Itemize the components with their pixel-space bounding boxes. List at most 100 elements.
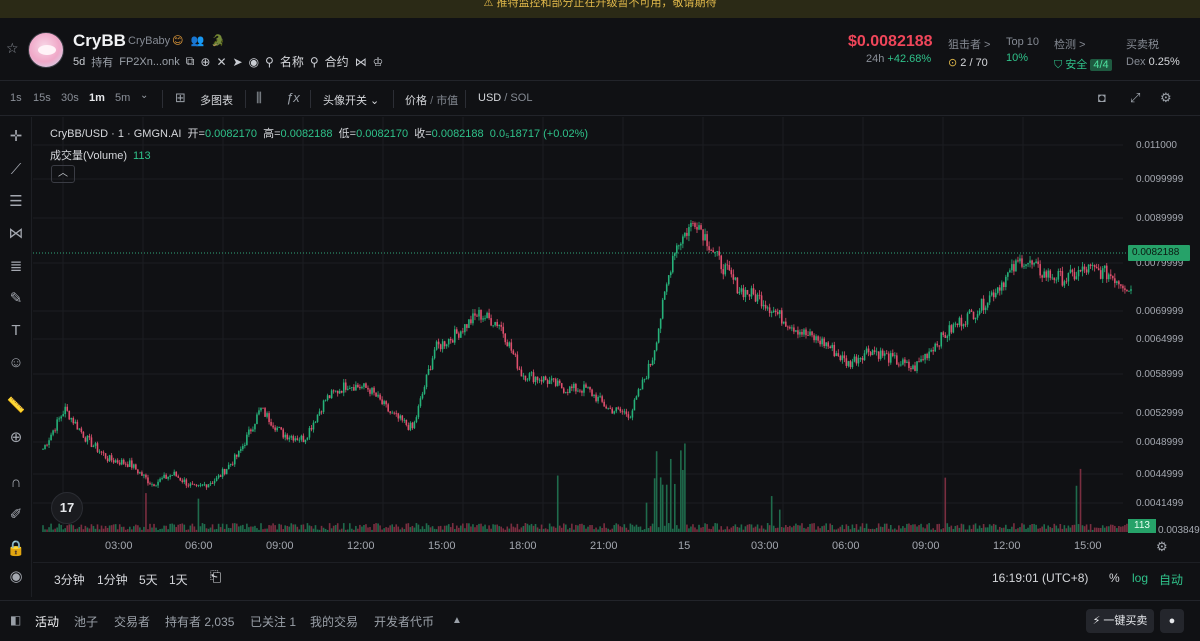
emoji-icon[interactable]: ☺ [6,353,26,373]
price-chart[interactable] [33,117,1200,595]
auto-toggle[interactable]: 自动 [1159,571,1183,588]
interval-15s[interactable]: 15s [33,92,51,104]
candle-body [439,344,442,350]
candle-body [369,389,371,394]
volume-bar [960,523,963,532]
volume-bar [237,526,240,532]
tab-dev-tokens[interactable]: 开发者代币 [374,613,434,630]
share-icon[interactable]: ⋈ [355,55,367,69]
indicators-icon[interactable]: ƒx [286,90,300,105]
candle-type-icon[interactable]: ⫼ [256,90,262,106]
candle-body [520,369,523,377]
caret-up-icon[interactable]: ▲ [452,615,462,626]
range-3min[interactable]: 3分钟 [54,571,85,588]
collapse-legend-button[interactable]: ︿ [51,165,75,183]
volume-bar [671,528,674,532]
volume-bar [1101,525,1104,532]
globe-icon[interactable]: ⊕ [200,55,210,69]
crosshair-icon[interactable]: ✛ [6,127,26,147]
candle-body [750,288,753,297]
interval-1m[interactable]: 1m [89,92,105,104]
stat-snipers[interactable]: 狙击者 > ⊙ 2 / 70 [948,36,990,69]
contract-search-link[interactable]: 合约 [325,53,349,70]
candle-body [791,327,793,329]
multi-chart-button[interactable]: 多图表 [200,92,233,108]
range-5d[interactable]: 5天 [139,571,158,588]
text-icon[interactable]: T [6,321,26,341]
camera-icon[interactable]: ◘ [1098,90,1106,105]
candle-body [472,313,474,324]
percent-toggle[interactable]: % [1109,571,1120,585]
tab-followed[interactable]: 已关注 1 [250,613,296,630]
log-toggle[interactable]: log [1132,571,1148,585]
volume-bar [581,523,583,532]
price-mcap-toggle[interactable]: 价格 / 市值 [405,92,458,108]
volume-bar [663,525,666,532]
candle-body [581,390,583,393]
zoom-in-icon[interactable]: ⊕ [6,428,26,448]
fib-icon[interactable]: ≣ [6,257,26,277]
tab-holders[interactable]: 持有者 2,035 [165,613,234,630]
copy-icon[interactable]: ⧉ [186,54,195,69]
date-range-icon[interactable]: ⎗ [210,568,221,585]
telegram-icon[interactable]: ➤ [233,55,243,69]
candle-body [665,284,668,292]
avatar-toggle[interactable]: 头像开关 ⌄ [323,92,379,108]
candle-body [762,304,765,307]
volume-bar [1053,523,1056,532]
trendline-icon[interactable]: ⟋ [6,160,26,180]
tab-traders[interactable]: 交易者 [114,613,150,630]
candle-body [1041,275,1043,278]
chevron-down-icon[interactable]: ⌄ [140,90,148,101]
magnet-icon[interactable]: ∩ [6,473,26,493]
tab-my-trades[interactable]: 我的交易 [310,613,358,630]
candle-body [64,406,67,415]
ohlc-legend: CryBB/USD · 1 · GMGN.AI 开=0.0082170 高=0.… [50,128,589,140]
x-twitter-icon[interactable]: ✕ [216,55,226,69]
range-1d[interactable]: 1天 [169,571,188,588]
volume-bar [591,525,593,532]
currency-toggle[interactable]: USD / SOL [478,92,532,104]
volume-bar [1089,524,1092,532]
settings-icon[interactable]: ⚙ [1160,90,1172,106]
dex-icon[interactable]: ◉ [249,55,259,69]
tab-pools[interactable]: 池子 [74,613,98,630]
candle-body [1099,270,1102,279]
volume-bar [833,529,836,532]
tab-activity[interactable]: 活动 [35,613,59,630]
candle-body [530,372,533,374]
interval-5m[interactable]: 5m [115,92,130,104]
lock-icon[interactable]: 🔒 [6,539,26,559]
pattern-icon[interactable]: ⋈ [6,224,26,244]
candle-body [131,460,133,468]
eye-icon[interactable]: ◉ [6,567,26,587]
candle-body [86,435,89,442]
volume-bar [873,529,876,532]
candle-body [567,392,569,393]
clock-time[interactable]: 16:19:01 (UTC+8) [992,571,1088,585]
name-search-link[interactable]: 名称 [280,53,304,70]
axis-settings-icon[interactable]: ⚙ [1156,539,1168,555]
volume-bar [603,523,605,532]
volume-bar [728,529,731,532]
stat-check[interactable]: 检测 > ⛉ 安全 4/4 [1054,36,1112,72]
fullscreen-icon[interactable]: ⤢ [1130,90,1140,106]
volume-bar [764,529,767,532]
quick-trade-button[interactable]: ⚡ 一键买卖 [1086,609,1154,633]
interval-1s[interactable]: 1s [10,92,22,104]
crown-icon[interactable]: ♔ [373,55,384,69]
candle-body [413,422,416,429]
interval-30s[interactable]: 30s [61,92,79,104]
brush-icon[interactable]: ✎ [6,289,26,309]
panel-toggle-icon[interactable]: ◧ [10,613,21,627]
add-chart-icon[interactable]: ⊞ [175,90,186,106]
volume-bar [698,524,700,532]
ruler-icon[interactable]: 📏 [6,396,26,416]
range-1min[interactable]: 1分钟 [97,571,128,588]
volume-bar [571,523,573,532]
pin-icon[interactable]: ● [1160,609,1184,633]
favorite-star-icon[interactable]: ☆ [6,40,19,57]
volume-bar [1045,528,1048,532]
lock-drawing-icon[interactable]: ✐ [6,505,26,525]
horizontal-lines-icon[interactable]: ☰ [6,192,26,212]
